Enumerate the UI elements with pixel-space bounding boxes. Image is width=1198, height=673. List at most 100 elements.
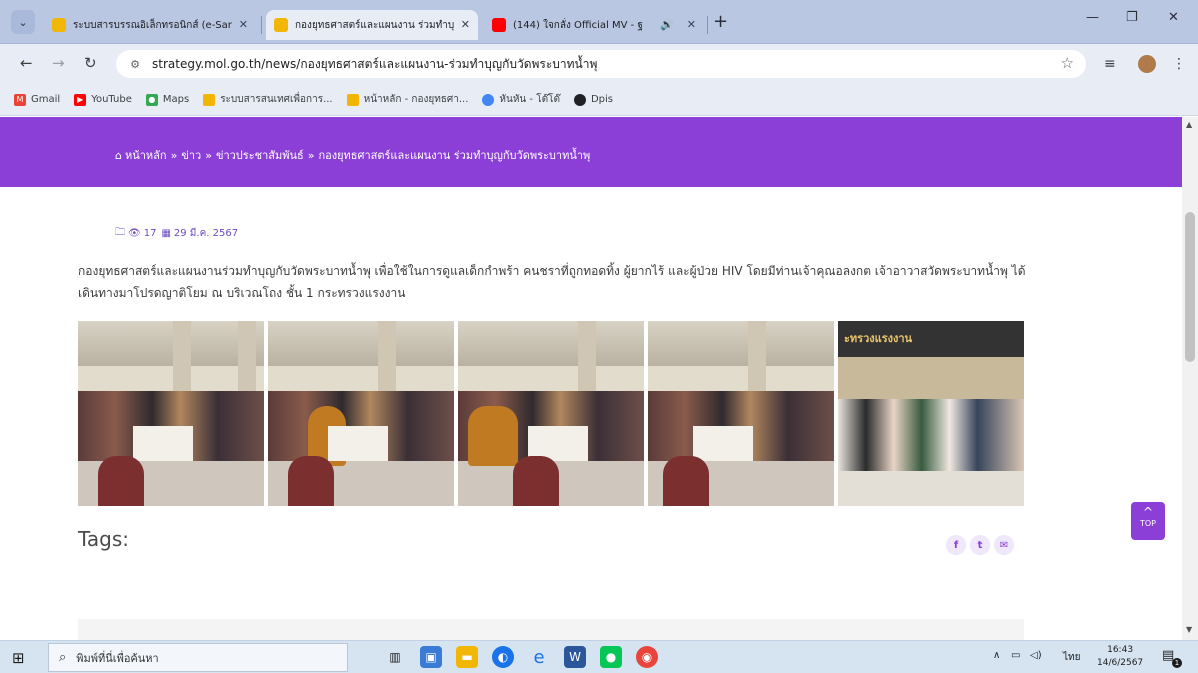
notification-count: 1 xyxy=(1172,658,1182,668)
facebook-share-icon[interactable]: f xyxy=(946,535,966,555)
tab-title: กองยุทธศาสตร์และแผนงาน ร่วมทำบุ xyxy=(295,19,455,31)
url-text[interactable]: strategy.mol.go.th/news/กองยุทธศาสตร์และ… xyxy=(152,55,597,74)
gallery-photo[interactable]: ะทรวงแรงงาน xyxy=(838,321,1024,506)
folder-icon: 🗀 xyxy=(115,227,125,238)
bookmark-label: หันหัน - โต๊โต๊ xyxy=(499,94,560,105)
search-icon: ⌕ xyxy=(59,650,67,665)
volume-icon[interactable]: ◁) xyxy=(1030,650,1042,661)
toolbar: ← → ↻ ⚙ strategy.mol.go.th/news/กองยุทธศ… xyxy=(0,44,1198,84)
new-tab-button[interactable]: + xyxy=(713,11,728,32)
breadcrumb-pr-news[interactable]: ข่าวประชาสัมพันธ์ xyxy=(216,146,304,164)
view-count: 17 xyxy=(143,228,157,239)
bookmark-youtube[interactable]: ▶ YouTube xyxy=(74,93,132,106)
gallery-photo[interactable] xyxy=(78,321,264,506)
tags-heading: Tags: xyxy=(78,527,130,551)
email-share-icon[interactable]: ✉ xyxy=(994,535,1014,555)
bookmark-label: Gmail xyxy=(31,94,61,105)
page-banner: ⌂ หน้าหลัก » ข่าว » ข่าวประชาสัมพันธ์ » … xyxy=(0,117,1182,187)
taskbar-search[interactable]: ⌕ พิมพ์ที่นี่เพื่อค้นหา xyxy=(48,643,348,672)
bookmark-label: หน้าหลัก - กองยุทธศา... xyxy=(363,94,469,105)
store-icon[interactable]: ▣ xyxy=(420,646,442,668)
line-icon[interactable]: ● xyxy=(600,646,622,668)
breadcrumb-separator: » xyxy=(170,148,178,162)
speaker-icon[interactable]: 🔊 xyxy=(660,18,674,31)
scrollbar-thumb[interactable] xyxy=(1185,212,1195,362)
folder-icon xyxy=(346,93,359,106)
forward-arrow-icon[interactable]: → xyxy=(52,54,65,72)
tab-close-icon[interactable]: ✕ xyxy=(687,18,696,31)
related-section xyxy=(78,619,1024,640)
ministry-sign: ะทรวงแรงงาน xyxy=(838,321,1024,357)
bookmark-maps[interactable]: ● Maps xyxy=(145,93,190,106)
media-control-icon[interactable]: ≡ xyxy=(1104,56,1116,72)
gallery-photo[interactable] xyxy=(268,321,454,506)
breadcrumb-separator: » xyxy=(307,148,315,162)
gallery-photo[interactable] xyxy=(648,321,834,506)
back-to-top-button[interactable]: ^ TOP xyxy=(1131,502,1165,540)
tab-youtube-mv[interactable]: (144) ใจกลั่ง Official MV - ฐ 🔊 ✕ xyxy=(484,10,704,40)
tab-close-icon[interactable]: ✕ xyxy=(239,18,248,31)
home-icon[interactable]: ⌂ xyxy=(115,149,122,162)
calendar-icon: ▦ xyxy=(161,228,171,239)
bookmark-info-system[interactable]: ระบบสารสนเทศเพื่อการ... xyxy=(203,92,333,107)
breadcrumb-home[interactable]: หน้าหลัก xyxy=(125,146,167,164)
breadcrumb-current: กองยุทธศาสตร์และแผนงาน ร่วมทำบุญกับวัดพร… xyxy=(318,149,591,162)
internet-explorer-icon[interactable]: e xyxy=(528,646,550,668)
show-hidden-icons-icon[interactable]: ∧ xyxy=(993,650,1000,661)
scroll-down-icon[interactable]: ▼ xyxy=(1186,625,1192,634)
scroll-up-icon[interactable]: ▲ xyxy=(1186,120,1192,129)
edge-icon[interactable]: ◐ xyxy=(492,646,514,668)
file-explorer-icon[interactable]: ▬ xyxy=(456,646,478,668)
bookmark-dpis[interactable]: Dpis xyxy=(573,93,613,106)
twitter-share-icon[interactable]: t xyxy=(970,535,990,555)
reload-icon[interactable]: ↻ xyxy=(84,54,97,72)
bookmark-star-icon[interactable]: ☆ xyxy=(1061,54,1074,72)
publish-date: 29 มี.ค. 2567 xyxy=(173,228,239,239)
web-page: ⌂ หน้าหลัก » ข่าว » ข่าวประชาสัมพันธ์ » … xyxy=(0,117,1182,640)
browser-menu-icon[interactable]: ⋮ xyxy=(1172,56,1186,72)
close-window-button[interactable]: ✕ xyxy=(1168,10,1179,25)
bookmark-strategy-home[interactable]: หน้าหลัก - กองยุทธศา... xyxy=(346,92,469,107)
youtube-icon: ▶ xyxy=(74,93,87,106)
search-placeholder: พิมพ์ที่นี่เพื่อค้นหา xyxy=(76,651,159,665)
site-info-icon[interactable]: ⚙ xyxy=(126,58,144,71)
windows-start-icon[interactable]: ⊞ xyxy=(12,649,25,667)
folder-favicon-icon xyxy=(274,18,288,32)
chrome-icon[interactable]: ◉ xyxy=(636,646,658,668)
breadcrumb-separator: » xyxy=(205,148,212,162)
globe-icon xyxy=(573,93,586,106)
globe-icon xyxy=(482,93,495,106)
address-bar[interactable]: ⚙ strategy.mol.go.th/news/กองยุทธศาสตร์แ… xyxy=(116,50,1086,78)
system-clock[interactable]: 16:43 14/6/2567 xyxy=(1097,644,1143,670)
bookmark-label: Dpis xyxy=(590,94,613,105)
bookmark-gmail[interactable]: M Gmail xyxy=(14,93,61,106)
back-arrow-icon[interactable]: ← xyxy=(20,54,33,72)
restore-button[interactable]: ❐ xyxy=(1126,10,1138,25)
bookmark-hanhan[interactable]: หันหัน - โต๊โต๊ xyxy=(482,92,560,107)
tab-close-icon[interactable]: ✕ xyxy=(461,18,470,31)
folder-icon xyxy=(203,93,216,106)
task-view-icon[interactable]: ▥ xyxy=(384,646,406,668)
maps-icon: ● xyxy=(145,93,158,106)
chevron-up-icon: ^ xyxy=(1142,505,1154,519)
article-body: กองยุทธศาสตร์และแผนงานร่วมทำบุญกับวัดพระ… xyxy=(78,264,1026,300)
minimize-button[interactable]: — xyxy=(1086,10,1099,25)
tab-divider xyxy=(261,16,262,34)
tab-strategy-news[interactable]: กองยุทธศาสตร์และแผนงาน ร่วมทำบุ ✕ xyxy=(266,10,478,40)
share-buttons: f t ✉ xyxy=(946,535,1014,555)
clock-date: 14/6/2567 xyxy=(1097,658,1144,668)
profile-avatar[interactable] xyxy=(1138,55,1156,73)
network-icon[interactable]: ▭ xyxy=(1011,650,1020,661)
eye-icon: 👁 xyxy=(128,228,141,239)
tab-search-chevron-icon[interactable]: ⌄ xyxy=(11,10,35,34)
photo-gallery: ะทรวงแรงงาน xyxy=(78,321,1024,506)
breadcrumb: ⌂ หน้าหลัก » ข่าว » ข่าวประชาสัมพันธ์ » … xyxy=(115,146,590,164)
gallery-photo[interactable] xyxy=(458,321,644,506)
breadcrumb-news[interactable]: ข่าว xyxy=(181,146,201,164)
folder-favicon-icon xyxy=(52,18,66,32)
language-indicator[interactable]: ไทย xyxy=(1063,650,1080,665)
page-scrollbar[interactable]: ▲ ▼ xyxy=(1182,117,1198,640)
word-icon[interactable]: W xyxy=(564,646,586,668)
tab-esarabun[interactable]: ระบบสารบรรณอิเล็กทรอนิกส์ (e-Sar ✕ xyxy=(44,10,256,40)
bookmark-label: Maps xyxy=(162,94,190,105)
